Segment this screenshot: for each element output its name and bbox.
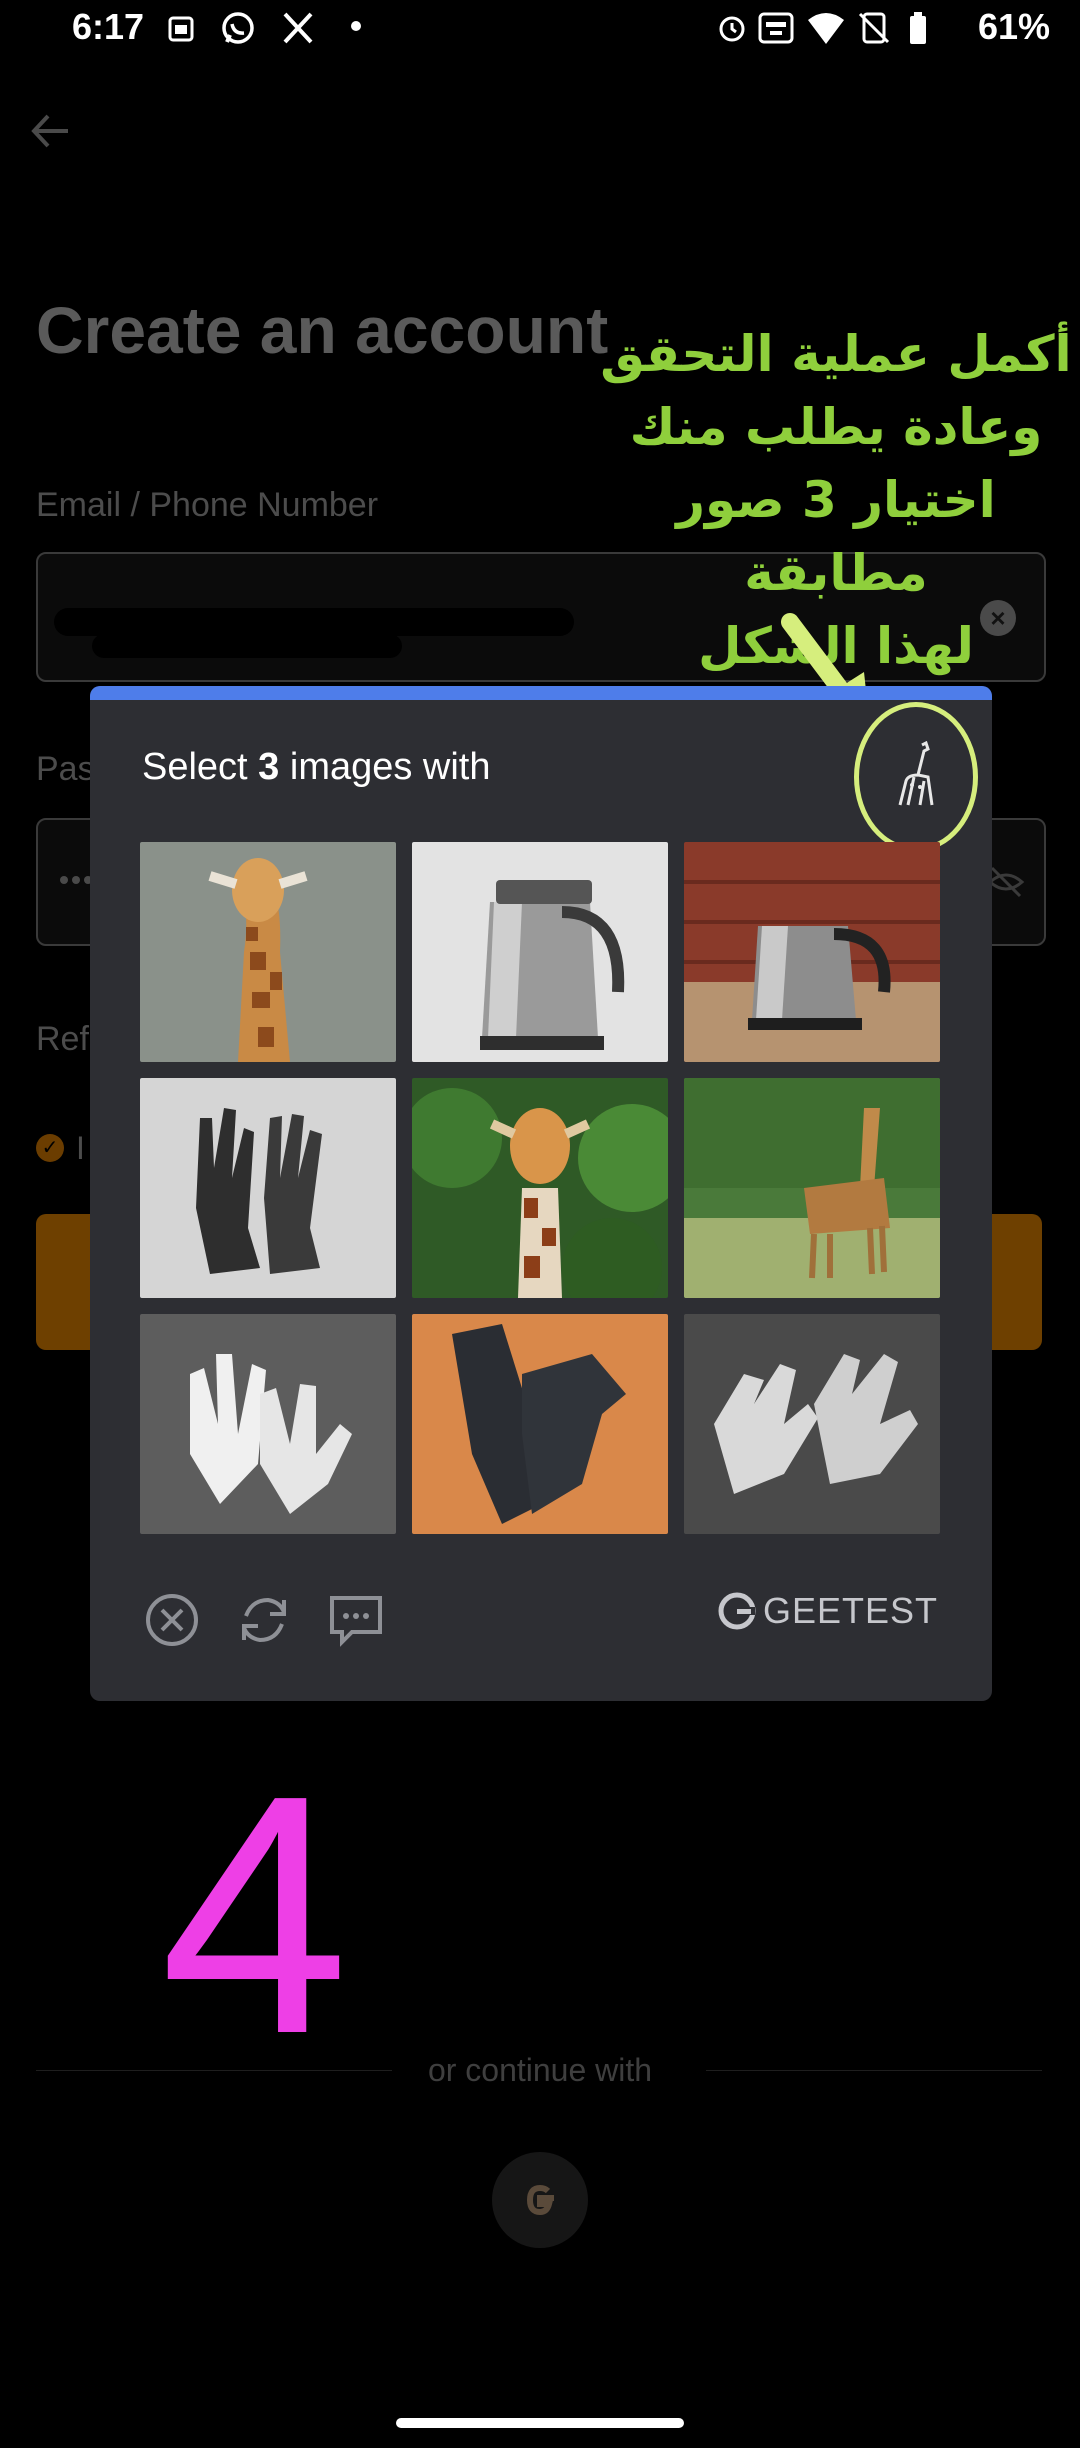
tile-gloves-2[interactable] [140, 1314, 396, 1534]
close-icon[interactable] [142, 1590, 202, 1650]
alarm-icon [712, 10, 752, 46]
tile-giraffe-3[interactable] [684, 1078, 940, 1298]
sim-icon [162, 10, 202, 46]
battery-percent: 61% [977, 6, 1050, 47]
redaction-mark [92, 634, 402, 658]
wifi-icon [806, 10, 846, 46]
eye-off-icon[interactable] [986, 864, 1026, 900]
refresh-icon[interactable] [234, 1590, 294, 1650]
captcha-accent-bar [90, 686, 992, 700]
tile-gloves-1[interactable] [140, 1078, 396, 1298]
agree-text: I [76, 1130, 85, 1166]
no-signal-icon [854, 10, 894, 46]
check-icon[interactable]: ✓ [36, 1134, 64, 1162]
status-bar: 6:17 61% [0, 0, 1080, 56]
tile-giraffe-2[interactable] [412, 1078, 668, 1298]
annotation-line: اختيار 3 صور مطابقة [676, 471, 996, 602]
prompt-prefix: Select [142, 746, 259, 788]
home-indicator[interactable] [396, 2418, 684, 2428]
tile-kettle-2[interactable] [684, 842, 940, 1062]
redaction-mark [54, 608, 574, 636]
dot-icon [340, 10, 380, 46]
captcha-prompt: Select 3 images with [142, 746, 491, 789]
google-login-button[interactable] [492, 2152, 588, 2248]
x-icon [278, 10, 318, 46]
geetest-logo: GEETEST [717, 1590, 938, 1646]
password-label: Pas [36, 750, 95, 788]
google-icon [526, 2184, 554, 2216]
captcha-dialog: Select 3 images with GEETEST [90, 686, 992, 1701]
auto-hz-icon [756, 10, 796, 46]
annotation-line: أكمل عملية التحقق [600, 325, 1072, 383]
prompt-suffix: images with [279, 746, 491, 788]
tile-gloves-3[interactable] [412, 1314, 668, 1534]
tile-giraffe-1[interactable] [140, 842, 396, 1062]
geetest-brand: GEETEST [762, 1590, 938, 1631]
whatsapp-icon [218, 10, 258, 46]
tile-kettle-1[interactable] [412, 842, 668, 1062]
feedback-icon[interactable] [326, 1590, 386, 1650]
prompt-count: 3 [258, 746, 280, 788]
page-title: Create an account [36, 293, 609, 367]
back-arrow-icon[interactable] [26, 106, 76, 156]
tile-gloves-4[interactable] [684, 1314, 940, 1534]
status-time: 6:17 [72, 6, 145, 47]
sample-highlight-circle [854, 702, 978, 852]
annotation-line: وعادة يطلب منك [629, 398, 1043, 456]
step-number: 4 [160, 1725, 350, 2105]
giraffe-icon [898, 741, 934, 806]
email-label: Email / Phone Number [36, 486, 379, 524]
battery-icon [898, 10, 938, 46]
referral-label: Ref [36, 1020, 89, 1058]
geetest-icon [718, 1592, 756, 1630]
